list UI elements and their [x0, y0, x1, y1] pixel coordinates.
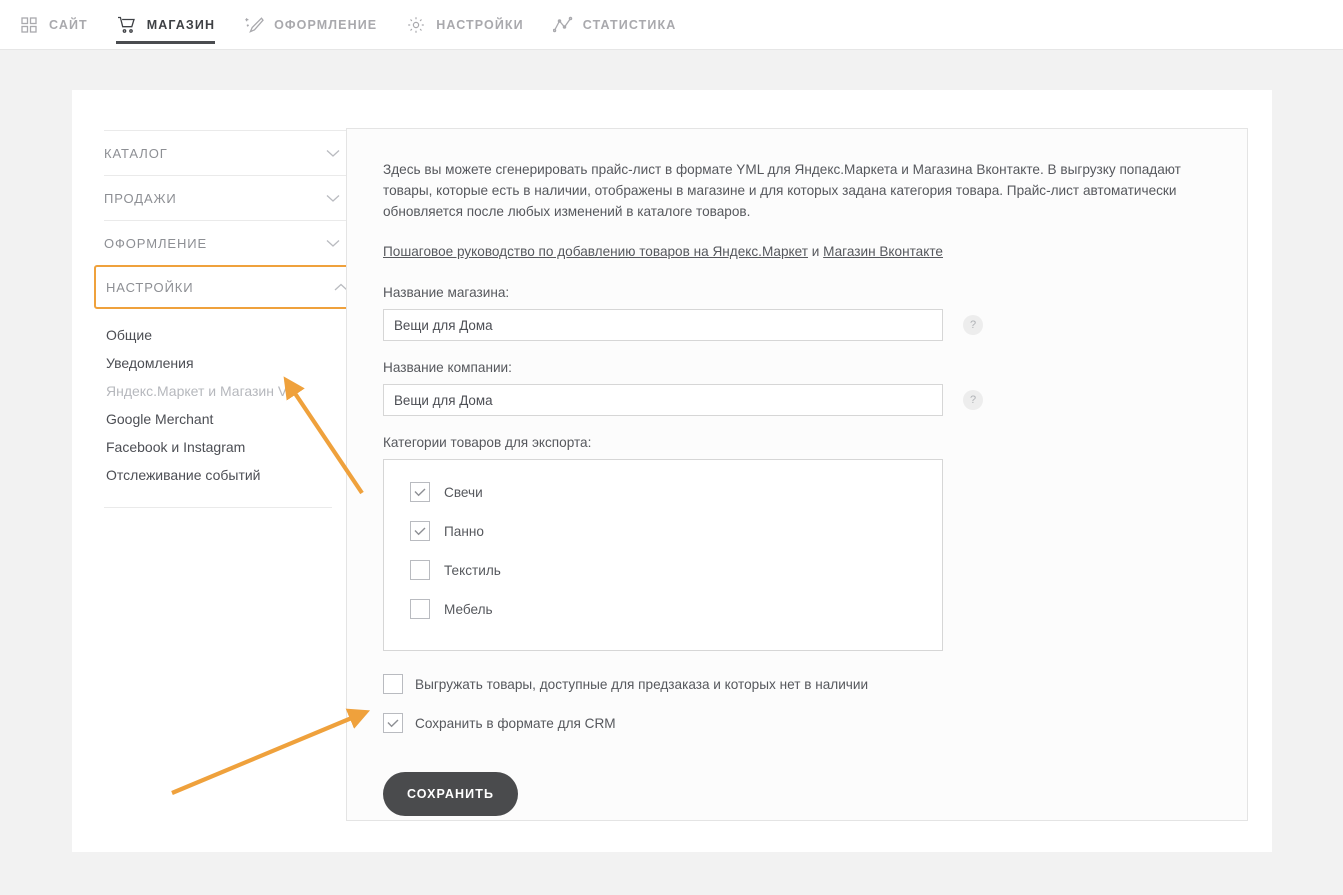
- nav-item-site[interactable]: САЙТ: [18, 0, 88, 49]
- help-icon-company-name[interactable]: ?: [963, 390, 983, 410]
- gear-icon: [405, 15, 427, 35]
- checkbox-preorder[interactable]: [383, 674, 403, 694]
- nav-item-statistics[interactable]: СТАТИСТИКА: [552, 0, 677, 49]
- category-row-svechi[interactable]: Свечи: [410, 482, 942, 502]
- nav-label-shop: МАГАЗИН: [146, 17, 216, 32]
- nav-label-site: САЙТ: [49, 17, 88, 32]
- chevron-down-icon: [326, 194, 340, 203]
- nav-label-statistics: СТАТИСТИКА: [582, 17, 677, 32]
- nav-label-settings: НАСТРОЙКИ: [436, 17, 524, 32]
- categories-label: Категории товаров для экспорта:: [383, 435, 592, 450]
- shop-name-input[interactable]: [383, 309, 943, 341]
- cart-icon: [116, 15, 138, 35]
- category-label-panno: Панно: [444, 523, 484, 539]
- sidebar-item-uvedomleniya[interactable]: Уведомления: [104, 349, 352, 377]
- sidebar-item-obshchie[interactable]: Общие: [104, 321, 352, 349]
- category-label-mebel: Мебель: [444, 601, 493, 617]
- option-label-crm: Сохранить в формате для CRM: [415, 715, 616, 731]
- checkbox-panno[interactable]: [410, 521, 430, 541]
- option-label-preorder: Выгружать товары, доступные для предзака…: [415, 676, 869, 692]
- guide-conjunction: и: [807, 244, 824, 259]
- sidebar-group-sales[interactable]: ПРОДАЖИ: [104, 175, 352, 220]
- checkbox-mebel[interactable]: [410, 599, 430, 619]
- sidebar-item-facebook-instagram[interactable]: Facebook и Instagram: [104, 433, 352, 461]
- sidebar-item-event-tracking[interactable]: Отслеживание событий: [104, 461, 352, 489]
- sidebar-item-google-merchant[interactable]: Google Merchant: [104, 405, 352, 433]
- panel-description: Здесь вы можете сгенерировать прайс-лист…: [383, 162, 1181, 219]
- sidebar-group-catalog[interactable]: КАТАЛОГ: [104, 130, 352, 175]
- sidebar-group-design[interactable]: ОФОРМЛЕНИЕ: [104, 220, 352, 265]
- sidebar-group-label-sales: ПРОДАЖИ: [104, 190, 177, 206]
- guide-link-vk-shop[interactable]: Магазин Вконтакте: [823, 244, 943, 259]
- sidebar-group-label-catalog: КАТАЛОГ: [104, 145, 168, 161]
- nav-item-shop[interactable]: МАГАЗИН: [115, 0, 216, 49]
- category-row-mebel[interactable]: Мебель: [410, 599, 942, 619]
- company-name-input[interactable]: [383, 384, 943, 416]
- sidebar-divider: [104, 507, 332, 508]
- chart-line-icon: [552, 15, 574, 35]
- chevron-down-icon: [326, 149, 340, 158]
- nav-item-design[interactable]: ОФОРМЛЕНИЕ: [243, 0, 377, 49]
- category-row-panno[interactable]: Панно: [410, 521, 942, 541]
- help-icon-shop-name[interactable]: ?: [963, 315, 983, 335]
- chevron-down-icon: [326, 239, 340, 248]
- option-row-crm[interactable]: Сохранить в формате для CRM: [383, 713, 1211, 733]
- category-label-tekstil: Текстиль: [444, 562, 501, 578]
- top-nav-items: САЙТ МАГАЗИН ОФОРМЛЕНИЕ НАСТРОЙКИ СТАТИС…: [0, 0, 1343, 49]
- sidebar-item-yandex-market-vk[interactable]: Яндекс.Маркет и Магазин VK: [104, 377, 352, 405]
- option-row-preorder[interactable]: Выгружать товары, доступные для предзака…: [383, 674, 1211, 694]
- magic-brush-icon: [243, 15, 265, 35]
- shop-name-row: ?: [383, 309, 1211, 341]
- guide-links: Пошаговое руководство по добавлению това…: [383, 244, 1211, 259]
- sidebar-group-label-settings: НАСТРОЙКИ: [106, 279, 194, 295]
- content-panel: Здесь вы можете сгенерировать прайс-лист…: [346, 128, 1248, 821]
- category-row-tekstil[interactable]: Текстиль: [410, 560, 942, 580]
- category-label-svechi: Свечи: [444, 484, 483, 500]
- sidebar-sub-items: Общие Уведомления Яндекс.Маркет и Магази…: [104, 309, 352, 489]
- company-name-label: Название компании:: [383, 360, 512, 375]
- checkbox-crm[interactable]: [383, 713, 403, 733]
- shop-name-label: Название магазина:: [383, 285, 510, 300]
- settings-sidebar: КАТАЛОГ ПРОДАЖИ ОФОРМЛЕНИЕ НАСТРОЙКИ Общ: [94, 130, 362, 508]
- sidebar-group-label-design: ОФОРМЛЕНИЕ: [104, 235, 208, 251]
- categories-checkbox-list: Свечи Панно Текстиль Мебель: [383, 459, 943, 651]
- top-navigation-bar: САЙТ МАГАЗИН ОФОРМЛЕНИЕ НАСТРОЙКИ СТАТИС…: [0, 0, 1343, 50]
- content-panel-inner: Здесь вы можете сгенерировать прайс-лист…: [347, 129, 1247, 846]
- grid-icon: [18, 15, 40, 35]
- save-button[interactable]: СОХРАНИТЬ: [383, 772, 518, 816]
- nav-label-design: ОФОРМЛЕНИЕ: [274, 17, 378, 32]
- checkbox-svechi[interactable]: [410, 482, 430, 502]
- page-card: КАТАЛОГ ПРОДАЖИ ОФОРМЛЕНИЕ НАСТРОЙКИ Общ: [72, 90, 1272, 852]
- guide-link-yandex-market[interactable]: Пошаговое руководство по добавлению това…: [383, 244, 808, 259]
- checkbox-tekstil[interactable]: [410, 560, 430, 580]
- company-name-row: ?: [383, 384, 1211, 416]
- sidebar-group-settings[interactable]: НАСТРОЙКИ: [94, 265, 362, 309]
- nav-item-settings[interactable]: НАСТРОЙКИ: [405, 0, 524, 49]
